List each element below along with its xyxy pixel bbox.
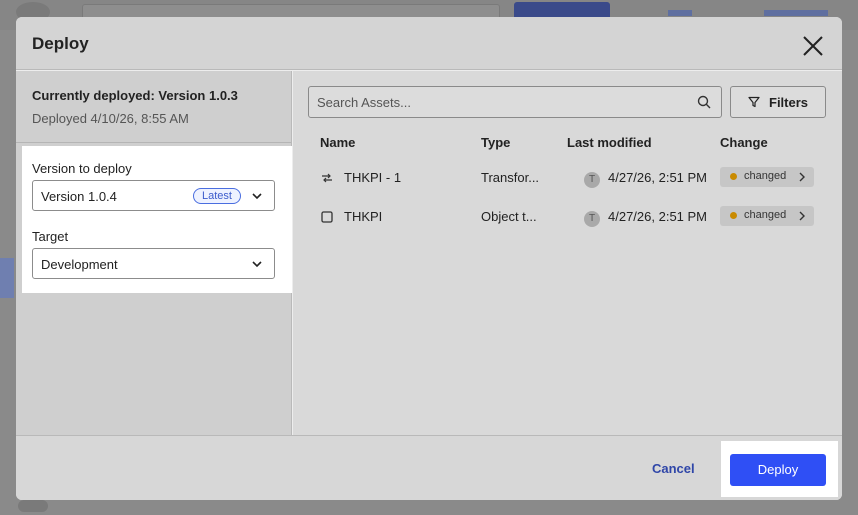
- object-icon: [321, 211, 333, 223]
- search-icon: [697, 95, 711, 109]
- cancel-button[interactable]: Cancel: [652, 461, 695, 476]
- asset-name: THKPI - 1: [344, 170, 402, 185]
- target-select-value: Development: [41, 257, 118, 272]
- asset-type: Object t...: [481, 209, 537, 224]
- column-header-type[interactable]: Type: [481, 135, 510, 150]
- change-badge[interactable]: changed: [720, 167, 814, 187]
- dialog-footer: Cancel Deploy: [16, 435, 842, 500]
- asset-last-modified: 4/27/26, 2:51 PM: [608, 170, 708, 185]
- chevron-down-icon: [252, 261, 262, 268]
- deploy-form: Version to deploy Version 1.0.4 Latest T…: [22, 146, 292, 293]
- target-select[interactable]: Development: [32, 248, 275, 279]
- transform-icon: [322, 173, 332, 183]
- filter-icon: [748, 96, 760, 108]
- background-sidebar-marker: [0, 258, 14, 298]
- latest-badge: Latest: [193, 188, 241, 204]
- close-button[interactable]: [800, 33, 826, 59]
- search-placeholder: Search Assets...: [317, 95, 411, 110]
- dialog-header: Deploy: [16, 17, 842, 70]
- background-link: [764, 10, 828, 16]
- change-status-dot: [730, 173, 737, 180]
- version-select-value: Version 1.0.4: [41, 189, 117, 204]
- asset-name: THKPI: [344, 209, 383, 224]
- avatar: T: [584, 211, 600, 227]
- avatar: T: [584, 172, 600, 188]
- background-link: [668, 10, 692, 16]
- column-header-name[interactable]: Name: [320, 135, 355, 150]
- asset-type: Transfor...: [481, 170, 540, 185]
- change-badge[interactable]: changed: [720, 206, 814, 226]
- left-pane: Currently deployed: Version 1.0.3 Deploy…: [16, 71, 292, 435]
- close-icon: [803, 36, 823, 56]
- column-header-last-modified[interactable]: Last modified: [567, 135, 652, 150]
- dialog-title: Deploy: [32, 34, 89, 53]
- target-label: Target: [32, 229, 69, 244]
- current-deployment: Currently deployed: Version 1.0.3 Deploy…: [16, 71, 291, 143]
- background-footer-element: [18, 500, 48, 512]
- filters-button[interactable]: Filters: [730, 86, 826, 118]
- deploy-button-highlight: Deploy: [721, 441, 838, 497]
- change-label: changed: [744, 209, 787, 221]
- change-status-dot: [730, 212, 737, 219]
- current-deployed-date: Deployed 4/10/26, 8:55 AM: [32, 111, 189, 126]
- current-version-title: Currently deployed: Version 1.0.3: [32, 88, 238, 103]
- column-header-change[interactable]: Change: [720, 135, 768, 150]
- deploy-button[interactable]: Deploy: [730, 454, 826, 486]
- deploy-dialog: Deploy Currently deployed: Version 1.0.3…: [16, 17, 842, 500]
- version-select[interactable]: Version 1.0.4 Latest: [32, 180, 275, 211]
- chevron-right-icon: [799, 172, 805, 182]
- asset-last-modified: 4/27/26, 2:51 PM: [608, 209, 708, 224]
- assets-pane: Search Assets... Filters Name Type Last …: [293, 71, 842, 435]
- chevron-right-icon: [799, 211, 805, 221]
- change-label: changed: [744, 170, 787, 182]
- search-input[interactable]: Search Assets...: [308, 86, 722, 118]
- version-label: Version to deploy: [32, 161, 132, 176]
- chevron-down-icon: [252, 193, 262, 200]
- filters-label: Filters: [769, 95, 809, 110]
